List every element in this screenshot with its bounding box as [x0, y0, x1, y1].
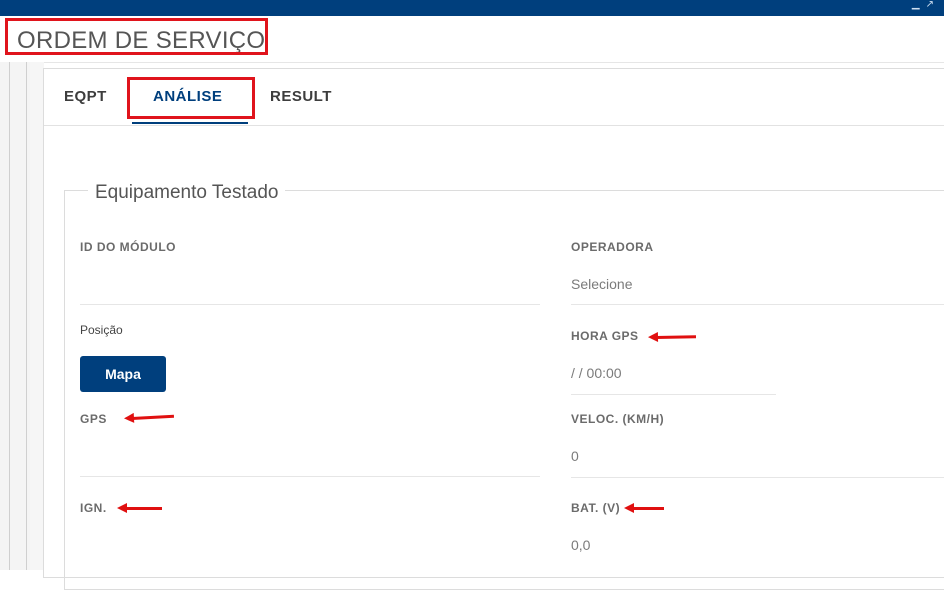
title-highlight-box [5, 18, 268, 55]
veloc-underline [571, 477, 944, 478]
gps-label: GPS [80, 412, 107, 426]
tab-eqpt[interactable]: EQPT [64, 88, 107, 105]
hora-gps-label: HORA GPS [571, 329, 639, 343]
operadora-select[interactable]: Selecione [571, 276, 633, 292]
expand-icon[interactable]: ↗ [926, 0, 940, 10]
ign-label: IGN. [80, 501, 107, 515]
operadora-label: OPERADORA [571, 240, 654, 254]
id-modulo-label: ID DO MÓDULO [80, 240, 176, 254]
left-gutter-line [9, 62, 10, 570]
operadora-underline [571, 304, 944, 305]
hora-gps-underline [571, 394, 776, 395]
veloc-label: VELOC. (KM/H) [571, 412, 665, 426]
topbar-icons[interactable]: ▁↗ [912, 0, 940, 10]
id-modulo-underline [80, 304, 540, 305]
posicao-label: Posição [80, 323, 123, 337]
top-navbar: ▁↗ [0, 0, 944, 16]
gps-underline [80, 476, 540, 477]
content-gap [30, 62, 44, 570]
bat-field[interactable]: 0,0 [571, 537, 590, 553]
ign-field[interactable] [80, 536, 540, 558]
active-tab-underline [132, 122, 248, 124]
tab-result[interactable]: RESULT [270, 88, 332, 105]
minimize-icon[interactable]: ▁ [912, 0, 926, 10]
equipment-fieldset [64, 190, 944, 590]
hora-gps-field[interactable]: / / 00:00 [571, 365, 622, 381]
fieldset-legend: Equipamento Testado [88, 182, 286, 204]
annotation-arrow-bat [624, 503, 664, 513]
annotation-arrow-ign [117, 503, 162, 513]
gps-field[interactable] [80, 446, 540, 468]
veloc-field[interactable]: 0 [571, 448, 579, 464]
id-modulo-field[interactable] [80, 276, 540, 298]
mapa-button[interactable]: Mapa [80, 356, 166, 392]
bat-label: BAT. (V) [571, 501, 621, 515]
left-gutter-line [26, 62, 27, 570]
tab-highlight-box [127, 77, 255, 119]
